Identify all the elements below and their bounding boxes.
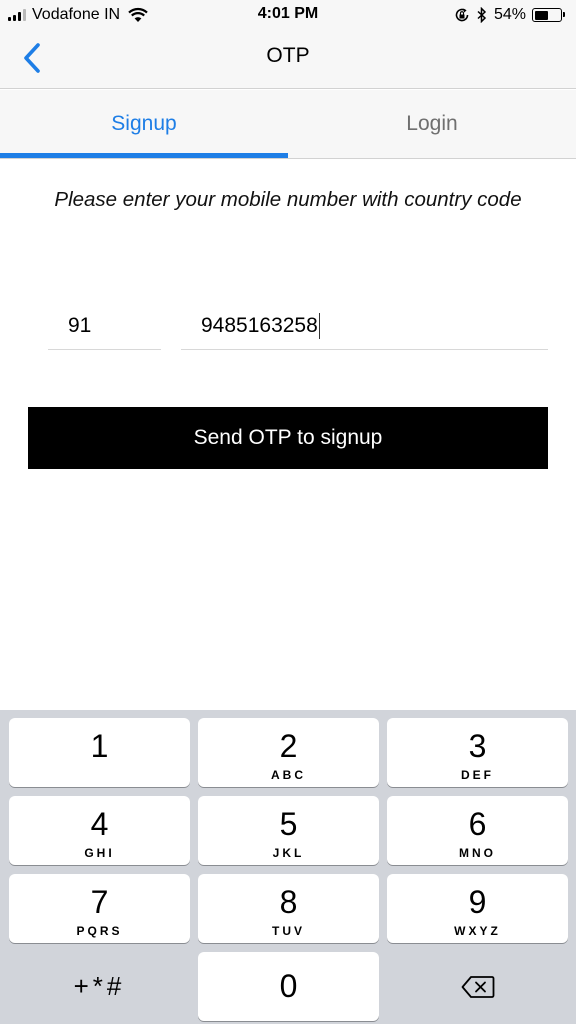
battery-level [534, 10, 548, 20]
key-letters: WXYZ [454, 924, 501, 938]
key-1[interactable]: 1 [9, 718, 190, 787]
key-letters: MNO [459, 846, 496, 860]
country-code-field[interactable]: 91 [48, 302, 161, 350]
key-digit: 6 [468, 806, 487, 842]
status-bar: Vodafone IN 4:01 PM 54% [0, 0, 576, 30]
key-3[interactable]: 3 DEF [387, 718, 568, 787]
tab-signup[interactable]: Signup [0, 90, 288, 158]
numeric-keypad: 1 2 ABC 3 DEF 4 GHI 5 JKL 6 MNO 7 PQRS 8… [0, 710, 576, 1024]
key-5[interactable]: 5 JKL [198, 796, 379, 865]
rotation-lock-icon [455, 8, 469, 22]
key-letters: ABC [271, 768, 306, 782]
battery-percent: 54% [493, 6, 526, 23]
key-letters: PQRS [76, 924, 123, 938]
navigation-bar: OTP [0, 30, 576, 89]
active-tab-indicator [0, 153, 288, 158]
status-right: 54% [454, 5, 565, 25]
auth-tabs: Signup Login [0, 90, 576, 159]
key-digit: 5 [279, 806, 298, 842]
key-letters: JKL [272, 846, 305, 860]
instruction-text: Please enter your mobile number with cou… [54, 188, 522, 211]
text-cursor [318, 312, 320, 339]
key-digit: 0 [279, 968, 298, 1004]
key-9[interactable]: 9 WXYZ [387, 874, 568, 943]
key-symbols[interactable]: +*# [9, 952, 190, 1021]
key-digit: 9 [468, 884, 487, 920]
key-digit: 1 [90, 728, 109, 764]
key-letters: TUV [272, 924, 305, 938]
key-0[interactable]: 0 [198, 952, 379, 1021]
key-digit: 4 [90, 806, 109, 842]
key-digit: 7 [90, 884, 109, 920]
phone-number-value: 9485163258 [201, 313, 318, 337]
key-letters: GHI [84, 846, 115, 860]
battery-icon [532, 8, 565, 22]
key-4[interactable]: 4 GHI [9, 796, 190, 865]
backspace-icon [461, 976, 494, 998]
key-8[interactable]: 8 TUV [198, 874, 379, 943]
key-6[interactable]: 6 MNO [387, 796, 568, 865]
bluetooth-icon [477, 7, 487, 23]
tab-login[interactable]: Login [288, 90, 576, 158]
key-digit: 2 [279, 728, 298, 764]
key-2[interactable]: 2 ABC [198, 718, 379, 787]
symbols-label: +*# [73, 971, 126, 1001]
key-digit: 3 [468, 728, 487, 764]
country-code-value: 91 [68, 313, 92, 337]
key-7[interactable]: 7 PQRS [9, 874, 190, 943]
key-letters: DEF [461, 768, 494, 782]
phone-number-field[interactable]: 9485163258 [181, 302, 548, 350]
send-otp-button[interactable]: Send OTP to signup [28, 407, 548, 469]
delete-key[interactable] [387, 952, 568, 1021]
page-title: OTP [266, 44, 310, 67]
key-digit: 8 [279, 884, 298, 920]
